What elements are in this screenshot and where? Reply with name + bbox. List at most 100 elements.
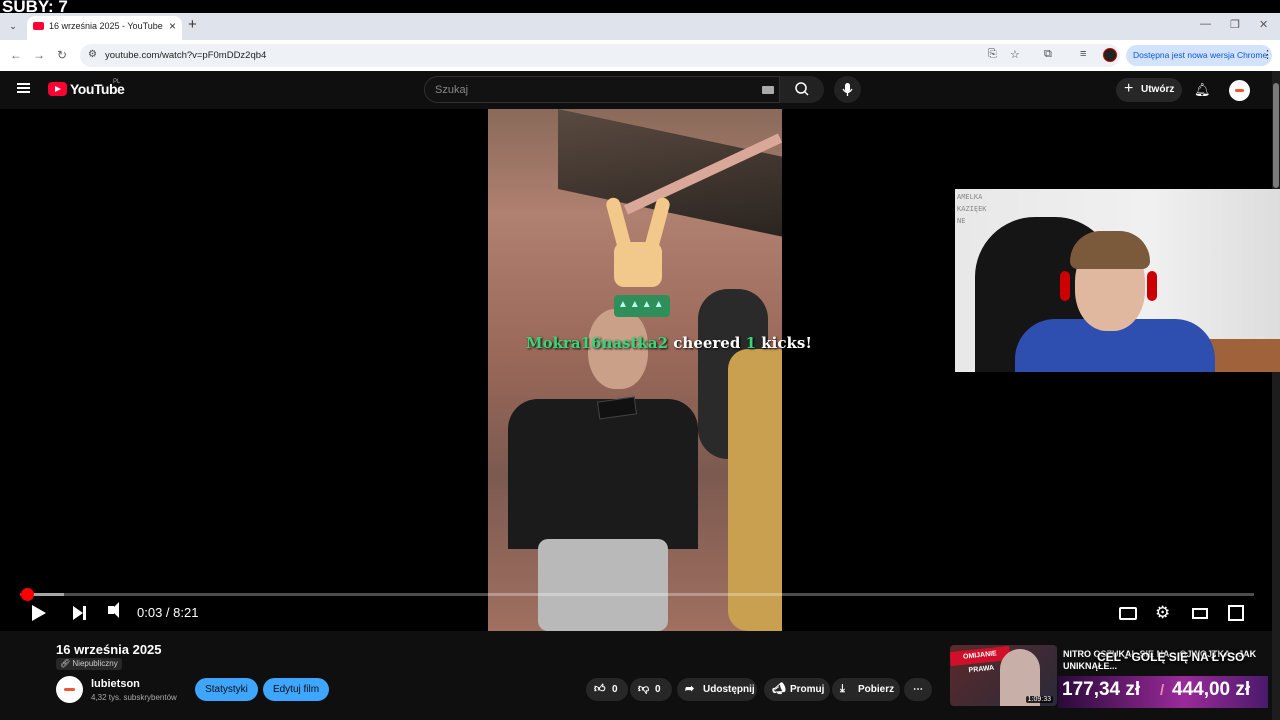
headphones-right-icon <box>1147 271 1157 301</box>
back-icon[interactable]: ← <box>10 48 22 62</box>
download-button[interactable]: ⤓ Pobierz <box>832 678 900 701</box>
media-controls-icon[interactable]: ≡ <box>1080 48 1086 60</box>
channel-subscribers: 4,32 tys. subskrybentów <box>91 693 177 702</box>
cheer-count: 1 <box>745 334 757 352</box>
time-display: 0:03 / 8:21 <box>137 605 199 620</box>
channel-avatar[interactable] <box>56 676 83 703</box>
progress-bar[interactable] <box>20 593 1254 596</box>
theater-mode-icon[interactable] <box>1192 608 1208 619</box>
video-person-legs <box>538 539 668 631</box>
create-label: Utwórz <box>1141 84 1175 95</box>
url-text: youtube.com/watch?v=pF0mDDz2qb4 <box>105 50 267 61</box>
search-placeholder: Szukaj <box>435 84 469 96</box>
reload-icon[interactable]: ↻ <box>57 48 67 62</box>
cheer-username: Mokra16nastka2 <box>526 334 669 352</box>
megaphone-icon: 📣︎ <box>772 683 786 695</box>
visibility-badge: 🔗︎ Niepubliczny <box>56 658 122 670</box>
cheer-text: cheered <box>673 334 741 352</box>
webcam-person-hair <box>1070 231 1150 269</box>
share-icon: ➦ <box>685 683 695 695</box>
like-button[interactable]: 👍︎ 0 <box>586 678 628 701</box>
voice-search-button[interactable] <box>834 76 861 103</box>
channel-name[interactable]: lubietson <box>91 678 140 690</box>
donation-goal: 444,00 zł <box>1172 679 1251 700</box>
download-icon: ⤓ <box>840 683 845 695</box>
thumbs-up-icon: 👍︎ <box>594 683 606 695</box>
video-title: 16 września 2025 <box>56 642 162 657</box>
minimize-icon[interactable]: — <box>1200 18 1211 30</box>
statistics-button[interactable]: Statystyki <box>195 678 258 701</box>
close-window-icon[interactable]: ✕ <box>1259 18 1268 31</box>
dislike-button[interactable]: 👎︎ 0 <box>630 678 672 701</box>
close-tab-icon[interactable]: × <box>169 19 176 33</box>
edit-video-button[interactable]: Edytuj film <box>263 678 329 701</box>
browser-toolbar: ← → ↻ ⚙ youtube.com/watch?v=pF0mDDz2qb4 … <box>0 40 1280 72</box>
stream-goal-text: CEL - GOLĘ SIĘ NA ŁYSO <box>1097 650 1245 664</box>
search-button[interactable] <box>780 76 824 103</box>
recommended-thumbnail[interactable]: OMIJANIE PRAWA 1:09:33 <box>950 645 1057 706</box>
menu-icon[interactable] <box>17 83 30 93</box>
chrome-update-button[interactable]: Dostępna jest nowa wersja Chrome ⋮ <box>1126 45 1273 66</box>
donation-goal-bar: 177,34 zł / 444,00 zł <box>1058 676 1268 708</box>
next-button[interactable] <box>73 606 86 620</box>
account-avatar[interactable] <box>1229 80 1250 101</box>
tab-search-icon[interactable]: ⌄ <box>5 18 21 34</box>
site-info-icon[interactable]: ⚙ <box>88 49 97 60</box>
wristband-icon <box>614 295 670 317</box>
extensions-icon[interactable]: ⧉ <box>1044 48 1052 61</box>
share-label: Udostępnij <box>703 684 755 695</box>
browser-tab-bar: ⌄ 16 września 2025 - YouTube × + — ❐ ✕ <box>0 13 1280 40</box>
create-button[interactable]: + Utwórz <box>1116 78 1182 102</box>
visibility-label: Niepubliczny <box>72 659 118 668</box>
promote-button[interactable]: 📣︎ Promuj <box>764 678 830 701</box>
search-icon <box>795 82 809 96</box>
video-person-body <box>508 399 698 549</box>
plus-icon: + <box>1124 80 1134 97</box>
share-button[interactable]: ➦ Udostępnij <box>677 678 757 701</box>
more-actions-button[interactable]: ⋯ <box>904 678 932 701</box>
forward-icon[interactable]: → <box>33 48 45 62</box>
promote-label: Promuj <box>790 684 825 695</box>
kick-cheer-alert: Mokra16nastka2 cheered 1 kicks! <box>526 334 812 352</box>
new-tab-icon[interactable]: + <box>188 16 197 33</box>
donation-current: 177,34 zł <box>1062 679 1141 700</box>
more-icon: ⋯ <box>913 684 923 695</box>
youtube-logo-icon[interactable] <box>48 82 67 96</box>
like-count: 0 <box>612 684 618 695</box>
streamer-webcam: AMELKA KAZIĘEK NE <box>955 189 1280 372</box>
subtitles-icon[interactable] <box>1119 607 1137 620</box>
browser-tab[interactable]: 16 września 2025 - YouTube × <box>27 16 182 40</box>
microphone-icon <box>842 83 853 96</box>
subs-counter-bar: SUBY: 7 <box>0 0 1280 16</box>
thumbs-down-icon: 👎︎ <box>638 683 650 695</box>
youtube-favicon-icon <box>33 22 44 30</box>
fullscreen-icon[interactable] <box>1228 605 1244 621</box>
video-arm <box>728 349 782 631</box>
cheer-end: kicks! <box>761 334 812 352</box>
play-button[interactable] <box>32 605 46 621</box>
logo-region: PL <box>113 79 121 85</box>
address-bar[interactable]: ⚙ youtube.com/watch?v=pF0mDDz2qb4 ⎘ ☆ <box>80 44 1120 67</box>
profile-icon[interactable] <box>1103 48 1117 62</box>
video-duration: 1:09:33 <box>1025 696 1053 703</box>
update-label: Dostępna jest nowa wersja Chrome <box>1133 50 1268 60</box>
restore-icon[interactable]: ❐ <box>1230 18 1240 31</box>
rock-hand-emoji-icon <box>600 196 676 297</box>
page-scrollbar[interactable] <box>1272 71 1280 720</box>
keyboard-icon[interactable] <box>762 86 774 94</box>
tab-title: 16 września 2025 - YouTube <box>49 21 163 31</box>
volume-icon[interactable] <box>108 602 119 618</box>
bookmark-star-icon[interactable]: ☆ <box>1010 48 1020 61</box>
chrome-menu-icon[interactable]: ⋮ <box>1262 48 1273 61</box>
scrollbar-thumb[interactable] <box>1273 83 1279 188</box>
headphones-icon <box>1060 271 1070 301</box>
download-label: Pobierz <box>858 684 895 695</box>
youtube-header: YouTube PL Szukaj + Utwórz 🔔︎ <box>0 71 1272 109</box>
search-input[interactable]: Szukaj <box>424 76 780 103</box>
settings-gear-icon[interactable]: ⚙ <box>1155 603 1170 623</box>
dislike-count: 0 <box>655 684 661 695</box>
notifications-bell-icon[interactable]: 🔔︎ <box>1194 82 1211 98</box>
install-app-icon[interactable]: ⎘ <box>988 48 997 61</box>
video-frame[interactable] <box>488 109 782 631</box>
donation-separator: / <box>1160 682 1165 699</box>
